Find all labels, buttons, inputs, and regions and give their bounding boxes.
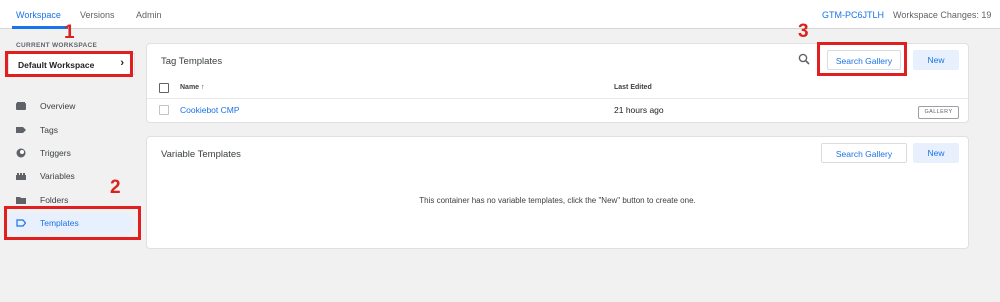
template-name-link[interactable]: Cookiebot CMP	[180, 105, 240, 115]
gallery-badge: GALLERY	[918, 106, 959, 119]
annotation-number-3: 3	[798, 21, 809, 42]
select-all-checkbox[interactable]	[159, 83, 169, 93]
variable-templates-card: Variable Templates Search Gallery New Th…	[146, 136, 969, 249]
highlight-box-search-gallery	[817, 42, 907, 76]
variable-templates-title: Variable Templates	[161, 149, 241, 160]
sidebar-item-label: Tags	[40, 125, 58, 135]
sidebar-item-triggers[interactable]: Triggers	[8, 143, 134, 163]
sidebar-item-label: Triggers	[40, 148, 71, 158]
tag-templates-title: Tag Templates	[161, 56, 223, 67]
sidebar-item-label: Variables	[40, 171, 75, 181]
highlight-box-workspace	[5, 51, 133, 77]
active-tab-indicator	[12, 26, 68, 29]
sidebar-item-overview[interactable]: Overview	[8, 96, 134, 116]
container-id[interactable]: GTM-PC6JTLH	[822, 10, 884, 20]
sidebar-item-label: Folders	[40, 195, 69, 205]
header-divider	[147, 98, 968, 99]
tab-workspace[interactable]: Workspace	[16, 10, 61, 20]
trigger-icon	[16, 148, 26, 158]
row-checkbox[interactable]	[159, 105, 169, 115]
annotation-number-2: 2	[110, 177, 121, 198]
column-header-name[interactable]: Name ↑	[180, 84, 205, 91]
folder-icon	[16, 197, 26, 204]
search-icon[interactable]	[798, 53, 810, 65]
column-header-last-edited[interactable]: Last Edited	[614, 84, 652, 91]
overview-icon	[16, 102, 26, 110]
empty-state-message: This container has no variable templates…	[419, 196, 696, 205]
annotation-number-1: 1	[64, 22, 75, 43]
last-edited-value: 21 hours ago	[614, 105, 664, 115]
highlight-box-templates	[4, 206, 141, 240]
tab-admin[interactable]: Admin	[136, 10, 162, 20]
sidebar-item-tags[interactable]: Tags	[8, 120, 134, 140]
new-variable-template-button[interactable]: New	[913, 143, 959, 163]
tag-icon	[16, 127, 26, 133]
current-workspace-label: CURRENT WORKSPACE	[16, 42, 98, 49]
new-tag-template-button[interactable]: New	[913, 50, 959, 70]
top-navigation-bar: Workspace Versions Admin GTM-PC6JTLH Wor…	[0, 0, 1000, 29]
variable-search-gallery-button[interactable]: Search Gallery	[821, 143, 907, 163]
sidebar-item-label: Overview	[40, 101, 76, 111]
tab-versions[interactable]: Versions	[80, 10, 115, 20]
workspace-changes: Workspace Changes: 19	[893, 10, 992, 20]
variables-icon	[16, 173, 26, 180]
